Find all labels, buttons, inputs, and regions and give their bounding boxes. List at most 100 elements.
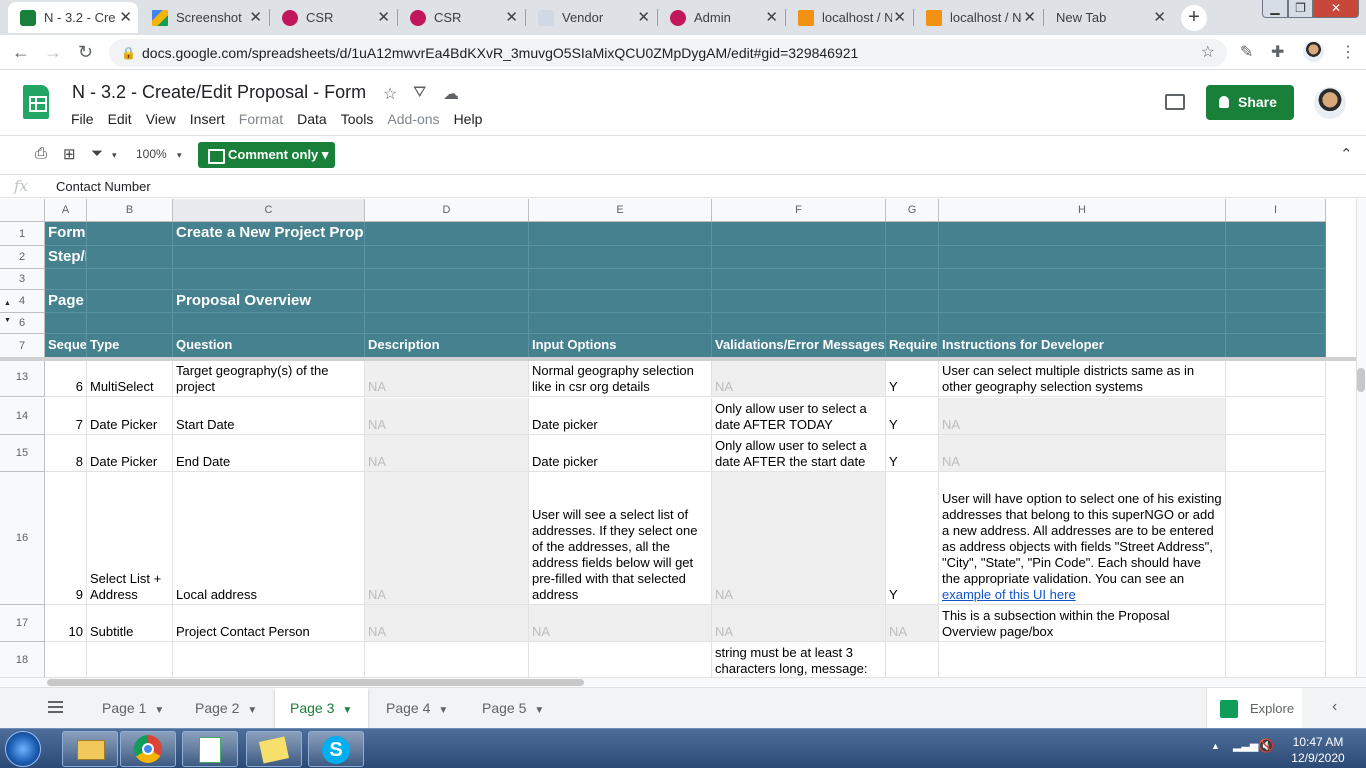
menu-view[interactable]: View <box>146 111 176 127</box>
close-icon[interactable]: ✕ <box>1153 8 1166 26</box>
comments-icon[interactable] <box>1165 94 1185 110</box>
menu-help[interactable]: Help <box>454 111 483 127</box>
cell-d6[interactable] <box>365 313 529 334</box>
close-icon[interactable]: ✕ <box>377 8 390 26</box>
column-header-i[interactable]: I <box>1226 199 1326 222</box>
browser-tab-2[interactable]: CSR ✕ <box>270 2 396 33</box>
cell-f4[interactable] <box>712 290 886 313</box>
cell-b3[interactable] <box>87 269 173 290</box>
url-field[interactable]: 🔒 docs.google.com/spreadsheets/d/1uA12mw… <box>109 39 1227 67</box>
example-ui-link[interactable]: example of this UI here <box>942 587 1222 603</box>
skype-taskbar-icon[interactable]: S <box>308 731 364 767</box>
row-header-13[interactable]: 13 <box>0 358 45 397</box>
row-header-18[interactable]: 18 <box>0 642 45 677</box>
cell-c15[interactable]: End Date <box>173 435 365 472</box>
cell-i16[interactable] <box>1226 472 1326 605</box>
cell-f16[interactable]: NA <box>712 472 886 605</box>
cell-i14[interactable] <box>1226 398 1326 435</box>
column-header-f[interactable]: F <box>712 199 886 222</box>
cell-f15[interactable]: Only allow user to select a date AFTER t… <box>712 435 886 472</box>
cell-i18[interactable] <box>1226 642 1326 677</box>
cell-i1[interactable] <box>1226 222 1326 246</box>
close-icon[interactable]: ✕ <box>765 8 778 26</box>
chrome-taskbar-icon[interactable] <box>120 731 176 767</box>
cell-a17[interactable]: 10 <box>45 605 87 642</box>
cloud-icon[interactable]: ☁ <box>443 84 459 104</box>
column-header-a[interactable]: A <box>45 199 87 222</box>
formula-input[interactable]: Contact Number <box>56 179 151 194</box>
cell-b16[interactable]: Select List + Address <box>87 472 173 605</box>
frozen-rows-divider[interactable] <box>0 357 1356 361</box>
cell-g18[interactable] <box>886 642 939 677</box>
cell-i17[interactable] <box>1226 605 1326 642</box>
cell-f3[interactable] <box>712 269 886 290</box>
cell-d7[interactable]: Description <box>365 334 529 358</box>
cell-e13[interactable]: Normal geography selection like in csr o… <box>529 358 712 397</box>
volume-icon[interactable]: 🔇 <box>1258 738 1274 754</box>
cell-b14[interactable]: Date Picker <box>87 398 173 435</box>
cell-g15[interactable]: Y <box>886 435 939 472</box>
browser-tab-3[interactable]: CSR ✕ <box>398 2 524 33</box>
cell-b18[interactable] <box>87 642 173 677</box>
show-rows-up-icon[interactable]: ▲ <box>4 300 11 307</box>
browser-tab-5[interactable]: Admin ✕ <box>658 2 784 33</box>
cell-g1[interactable] <box>886 222 939 246</box>
row-header-1[interactable]: 1 <box>0 222 45 246</box>
cell-i15[interactable] <box>1226 435 1326 472</box>
cell-d18[interactable] <box>365 642 529 677</box>
forward-icon[interactable]: → <box>44 42 62 63</box>
cell-f6[interactable] <box>712 313 886 334</box>
cell-a13[interactable]: 6 <box>45 358 87 397</box>
cell-c4[interactable]: Proposal Overview <box>173 290 365 313</box>
zoom-select[interactable]: 100% <box>136 147 167 161</box>
cell-c17[interactable]: Project Contact Person <box>173 605 365 642</box>
account-avatar[interactable] <box>1314 87 1346 119</box>
move-to-drive-icon[interactable]: ⛛ <box>413 84 426 102</box>
close-icon[interactable]: ✕ <box>119 8 132 26</box>
cell-g14[interactable]: Y <box>886 398 939 435</box>
cell-f18[interactable]: string must be at least 3 characters lon… <box>712 642 886 677</box>
cell-a2[interactable]: Step/Page 3 <box>45 246 87 269</box>
menu-file[interactable]: File <box>71 111 94 127</box>
menu-add-ons[interactable]: Add-ons <box>387 111 439 127</box>
cell-c18[interactable] <box>173 642 365 677</box>
sheet-tab-2[interactable]: Page 2 ▼ <box>181 688 274 729</box>
cell-g17[interactable]: NA <box>886 605 939 642</box>
cell-b2[interactable] <box>87 246 173 269</box>
window-close-button[interactable]: ✕ <box>1313 0 1359 18</box>
cell-b7[interactable]: Type <box>87 334 173 358</box>
start-button[interactable] <box>5 731 41 767</box>
column-header-h[interactable]: H <box>939 199 1226 222</box>
back-icon[interactable]: ← <box>12 42 30 63</box>
print-icon[interactable]: ⎙ <box>35 145 47 162</box>
cell-c1[interactable]: Create a New Project Proposal <box>173 222 365 246</box>
minimize-button[interactable]: ▁ <box>1262 0 1288 18</box>
cell-h7[interactable]: Instructions for Developer <box>939 334 1226 358</box>
cell-e2[interactable] <box>529 246 712 269</box>
cell-h4[interactable] <box>939 290 1226 313</box>
comment-only-button[interactable]: Comment only ▾ <box>198 142 335 168</box>
cell-i7[interactable] <box>1226 334 1326 358</box>
menu-tools[interactable]: Tools <box>341 111 374 127</box>
cell-f1[interactable] <box>712 222 886 246</box>
close-icon[interactable]: ✕ <box>1023 8 1036 26</box>
cell-e3[interactable] <box>529 269 712 290</box>
cell-h16[interactable]: User will have option to select one of h… <box>939 472 1226 605</box>
all-sheets-icon[interactable] <box>48 701 63 713</box>
cell-e1[interactable] <box>529 222 712 246</box>
tray-expand-icon[interactable]: ▲ <box>1211 741 1220 751</box>
cell-c2[interactable] <box>173 246 365 269</box>
browser-tab-6[interactable]: localhost / N ✕ <box>786 2 912 33</box>
cell-d1[interactable] <box>365 222 529 246</box>
cell-b6[interactable] <box>87 313 173 334</box>
row-header-7[interactable]: 7 <box>0 334 45 358</box>
cell-f7[interactable]: Validations/Error Messages <box>712 334 886 358</box>
close-icon[interactable]: ✕ <box>637 8 650 26</box>
sheet-tab-3[interactable]: Page 3 ▼ <box>275 688 368 729</box>
row-header-16[interactable]: 16 <box>0 472 45 605</box>
cell-a14[interactable]: 7 <box>45 398 87 435</box>
cell-g7[interactable]: Required <box>886 334 939 358</box>
cell-h15[interactable]: NA <box>939 435 1226 472</box>
cell-d16[interactable]: NA <box>365 472 529 605</box>
cell-i3[interactable] <box>1226 269 1326 290</box>
